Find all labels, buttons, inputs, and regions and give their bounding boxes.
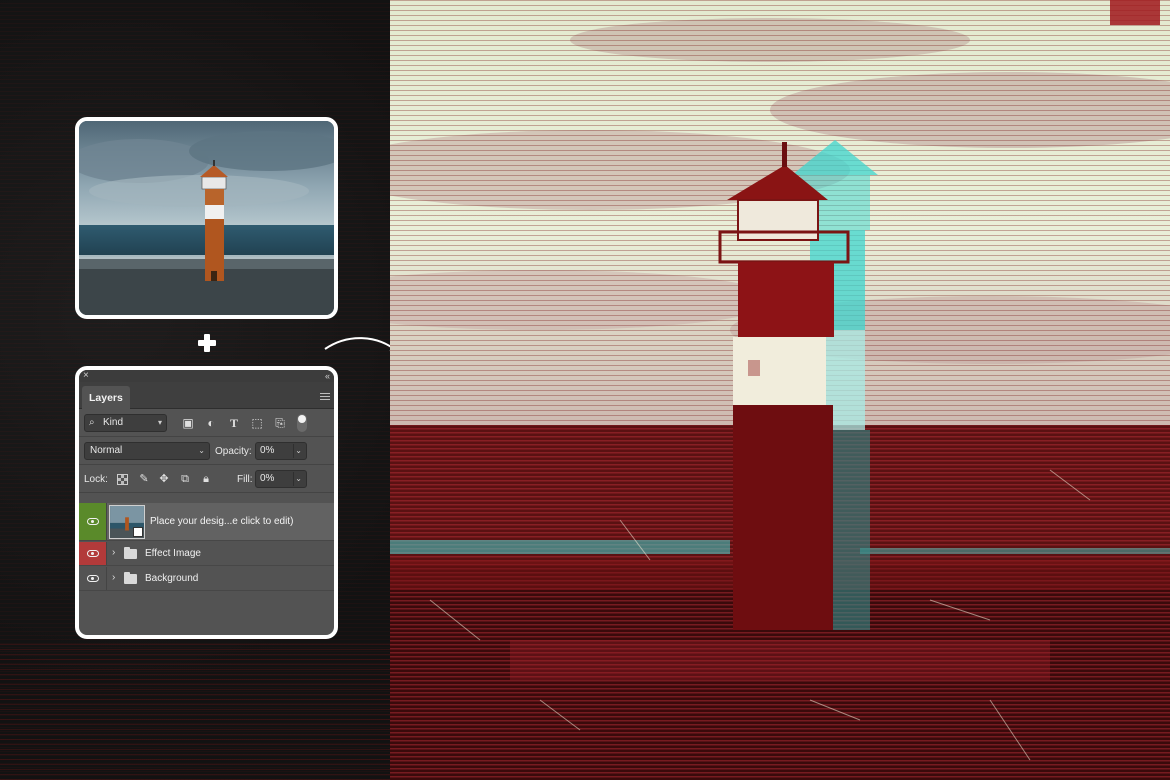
opacity-label: Opacity: <box>215 446 252 457</box>
layer-row-effect-image[interactable]: › Effect Image <box>79 542 334 566</box>
layer-name[interactable]: Effect Image <box>145 548 201 559</box>
folder-icon <box>124 572 137 584</box>
field-separator <box>293 472 294 486</box>
glitch-lines-decoration <box>0 640 390 780</box>
layer-name[interactable]: Place your desig...e click to edit) <box>150 516 293 527</box>
close-icon[interactable]: × <box>83 370 89 382</box>
visibility-toggle[interactable] <box>79 542 107 565</box>
adjustment-filter-icon[interactable]: ◐ <box>204 416 218 430</box>
image-filter-icon[interactable]: ▣ <box>181 416 195 430</box>
search-icon: ⌕ <box>89 417 95 428</box>
smart-object-filter-icon[interactable]: ⎘ <box>273 416 287 430</box>
lighthouse-photo <box>79 121 334 315</box>
eye-icon <box>87 518 99 525</box>
lock-brush-icon[interactable]: ✎ <box>137 472 151 486</box>
blend-row: Normal ⌄ Opacity: 0% ⌄ <box>79 438 334 465</box>
effect-result-preview <box>390 0 1170 780</box>
lock-row: Lock: ✎ ✥ ⧉ 🔒︎ Fill: 0% ⌄ <box>79 466 334 493</box>
fill-value: 0% <box>260 473 275 484</box>
blend-mode-select[interactable]: Normal ⌄ <box>84 442 210 460</box>
lock-artboard-icon[interactable]: ⧉ <box>178 472 192 486</box>
chevron-right-icon[interactable]: › <box>112 572 115 583</box>
glitch-lighthouse-image <box>390 0 1170 780</box>
layers-panel: × « Layers ⌕ Kind ▾ ▣ ◐ T ⬚ ⎘ Normal ⌄ O… <box>75 366 338 639</box>
chevron-down-icon[interactable]: ⌄ <box>295 443 302 459</box>
plus-icon <box>198 334 216 352</box>
layer-thumbnail <box>109 505 145 539</box>
field-separator <box>293 444 294 458</box>
lock-move-icon[interactable]: ✥ <box>157 472 171 486</box>
panel-tabbar: Layers <box>79 382 334 410</box>
layer-name[interactable]: Background <box>145 573 198 584</box>
filter-kind-select[interactable]: ⌕ Kind ▾ <box>84 414 167 432</box>
collapse-icon[interactable]: « <box>325 370 330 382</box>
chevron-down-icon: ⌄ <box>198 446 205 455</box>
type-filter-icon[interactable]: T <box>227 416 241 430</box>
lock-label: Lock: <box>84 474 108 485</box>
filter-kind-label: Kind <box>103 417 124 428</box>
opacity-field[interactable]: 0% ⌄ <box>255 442 307 460</box>
chevron-down-icon[interactable]: ⌄ <box>295 471 302 487</box>
panel-titlebar: × « <box>79 370 334 382</box>
fill-label: Fill: <box>237 474 253 485</box>
eye-icon <box>87 575 99 582</box>
opacity-value: 0% <box>260 445 275 456</box>
visibility-toggle[interactable] <box>79 567 107 590</box>
folder-icon <box>124 547 137 559</box>
visibility-toggle[interactable] <box>79 503 107 540</box>
filter-row: ⌕ Kind ▾ ▣ ◐ T ⬚ ⎘ <box>79 410 334 437</box>
source-photo-card <box>75 117 338 319</box>
shape-filter-icon[interactable]: ⬚ <box>250 416 264 430</box>
filter-toggle[interactable] <box>297 414 307 432</box>
chevron-right-icon[interactable]: › <box>112 547 115 558</box>
fill-field[interactable]: 0% ⌄ <box>255 470 307 488</box>
layer-row-smart-object[interactable]: Place your desig...e click to edit) <box>79 503 334 541</box>
chevron-down-icon: ▾ <box>157 418 162 427</box>
blend-mode-value: Normal <box>90 445 123 456</box>
lock-all-icon[interactable]: 🔒︎ <box>199 472 213 486</box>
lock-transparent-icon[interactable] <box>117 474 128 485</box>
tab-layers[interactable]: Layers <box>82 386 130 410</box>
smart-object-badge-icon <box>133 527 143 537</box>
eye-icon <box>87 550 99 557</box>
panel-menu-icon[interactable] <box>320 392 330 400</box>
layer-row-background[interactable]: › Background <box>79 567 334 591</box>
